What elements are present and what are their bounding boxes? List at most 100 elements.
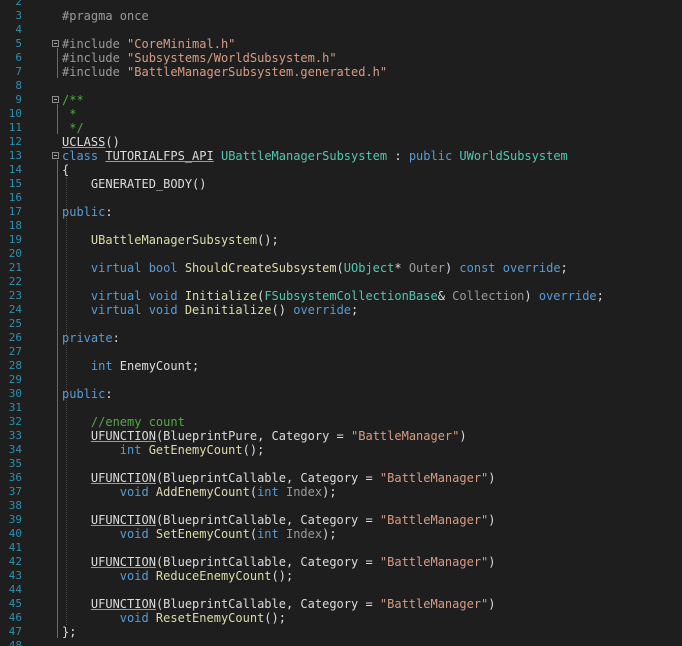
collapse-toggle-icon[interactable] — [52, 40, 59, 47]
code-line[interactable]: 24 virtual void Deinitialize() override; — [0, 303, 682, 317]
code-editor[interactable]: 2 3 #pragma once 4 5 #include "CoreMinimal.h"… — [0, 0, 682, 646]
line-number: 38 — [8, 499, 22, 512]
code-token: public — [62, 205, 106, 219]
code-token: UObject — [343, 261, 395, 275]
code-line[interactable]: 34 int GetEnemyCount(); — [0, 443, 682, 457]
line-number: 7 — [15, 65, 22, 78]
code-line[interactable]: 19 UBattleManagerSubsystem(); — [0, 233, 682, 247]
code-line[interactable]: 25 — [0, 317, 682, 331]
code-line[interactable]: 29 — [0, 373, 682, 387]
line-number: 14 — [8, 163, 22, 176]
line-number: 6 — [15, 51, 22, 64]
code-line[interactable]: 41 — [0, 541, 682, 555]
line-number: 13 — [8, 149, 22, 162]
code-line[interactable]: 15 GENERATED_BODY() — [0, 177, 682, 191]
line-number: 16 — [8, 191, 22, 204]
code-token: void — [62, 611, 156, 625]
code-token: "BattleManager" — [379, 513, 489, 527]
code-text: UFUNCTION(BlueprintCallable, Category = … — [62, 555, 496, 569]
code-line[interactable]: 18 — [0, 219, 682, 233]
line-number: 26 — [8, 331, 22, 344]
code-line[interactable]: 38 — [0, 499, 682, 513]
code-token: "BattleManager" — [379, 597, 489, 611]
code-token: UWorldSubsystem — [459, 149, 568, 163]
code-line[interactable]: 45 UFUNCTION(BlueprintCallable, Category… — [0, 597, 682, 611]
code-token: override — [502, 261, 561, 275]
code-line[interactable]: 43 void ReduceEnemyCount(); — [0, 569, 682, 583]
code-line[interactable]: 14 { — [0, 163, 682, 177]
line-number: 2 — [15, 0, 22, 8]
code-text: virtual bool ShouldCreateSubsystem(UObje… — [62, 261, 568, 275]
code-token: GENERATED_BODY — [62, 177, 193, 191]
code-token: UCLASS — [62, 135, 106, 149]
code-text: void ReduceEnemyCount(); — [62, 569, 293, 583]
collapse-toggle-icon[interactable] — [52, 152, 59, 159]
line-number: 18 — [8, 219, 22, 232]
code-line[interactable]: 12 UCLASS() — [0, 135, 682, 149]
code-token: UFUNCTION — [90, 471, 156, 485]
code-token: ) — [488, 597, 496, 611]
code-token: UFUNCTION — [90, 429, 156, 443]
code-line[interactable]: 48 — [0, 639, 682, 646]
code-line[interactable]: 3 #pragma once — [0, 9, 682, 23]
line-number: 11 — [8, 121, 22, 134]
code-line[interactable]: 23 virtual void Initialize(FSubsystemCol… — [0, 289, 682, 303]
code-line[interactable]: 46 void ResetEnemyCount(); — [0, 611, 682, 625]
code-line[interactable]: 47}; — [0, 625, 682, 639]
code-line[interactable]: 32 //enemy count — [0, 415, 682, 429]
code-token: * — [62, 107, 77, 121]
code-line[interactable]: 11 */ — [0, 121, 682, 135]
code-token: virtual — [62, 303, 149, 317]
line-number: 48 — [8, 639, 22, 646]
code-line[interactable]: 8 — [0, 79, 682, 93]
code-token: "BattleManager" — [351, 429, 460, 443]
code-line[interactable]: 21 virtual bool ShouldCreateSubsystem(UO… — [0, 261, 682, 275]
code-token: #include — [62, 37, 128, 51]
code-token: Index — [285, 527, 323, 541]
code-line[interactable]: 36 UFUNCTION(BlueprintCallable, Category… — [0, 471, 682, 485]
code-line[interactable]: 5 #include "CoreMinimal.h" — [0, 37, 682, 51]
code-line[interactable]: 39 UFUNCTION(BlueprintCallable, Category… — [0, 513, 682, 527]
line-number: 32 — [8, 415, 22, 428]
code-text: { — [62, 163, 69, 177]
code-line[interactable]: 4 — [0, 23, 682, 37]
code-line[interactable]: 42 UFUNCTION(BlueprintCallable, Category… — [0, 555, 682, 569]
code-line[interactable]: 7 #include "BattleManagerSubsystem.genera… — [0, 65, 682, 79]
code-line[interactable]: 27 — [0, 345, 682, 359]
code-token: "BattleManager" — [379, 555, 489, 569]
code-line[interactable]: 10 * — [0, 107, 682, 121]
code-token: ( — [249, 485, 258, 499]
code-token: : — [105, 205, 113, 219]
code-text: */ — [62, 121, 83, 135]
code-line[interactable]: 22 — [0, 275, 682, 289]
code-token: #include — [62, 51, 128, 65]
code-token: ShouldCreateSubsystem — [184, 261, 337, 275]
collapse-toggle-icon[interactable] — [52, 96, 59, 103]
fold-guide-line — [57, 160, 58, 638]
code-line[interactable]: 17 public: — [0, 205, 682, 219]
code-line[interactable]: 20 — [0, 247, 682, 261]
code-line[interactable]: 26 private: — [0, 331, 682, 345]
code-token: Collection — [452, 289, 525, 303]
code-token: /** — [62, 93, 84, 107]
code-line[interactable]: 16 — [0, 191, 682, 205]
line-number: 23 — [8, 289, 22, 302]
code-token: int — [257, 485, 286, 499]
code-line[interactable]: 37 void AddEnemyCount(int Index); — [0, 485, 682, 499]
code-line[interactable]: 2 — [0, 0, 682, 9]
code-line[interactable]: 6 #include "Subsystems/WorldSubsystem.h" — [0, 51, 682, 65]
code-line[interactable]: 40 void SetEnemyCount(int Index); — [0, 527, 682, 541]
code-text: UCLASS() — [62, 135, 120, 149]
code-line[interactable]: 28 int EnemyCount; — [0, 359, 682, 373]
code-line[interactable]: 9 /** — [0, 93, 682, 107]
code-line[interactable]: 35 — [0, 457, 682, 471]
code-token: class — [62, 149, 106, 163]
code-line[interactable]: 31 — [0, 401, 682, 415]
code-token: (BlueprintPure, Category = — [155, 429, 352, 443]
code-line[interactable]: 44 — [0, 583, 682, 597]
line-number: 19 — [8, 233, 22, 246]
code-line[interactable]: 33 UFUNCTION(BlueprintPure, Category = "… — [0, 429, 682, 443]
code-line[interactable]: 30 public: — [0, 387, 682, 401]
code-token: ReduceEnemyCount — [155, 569, 272, 583]
code-line[interactable]: 13 class TUTORIALFPS_API UBattleManagerSu… — [0, 149, 682, 163]
